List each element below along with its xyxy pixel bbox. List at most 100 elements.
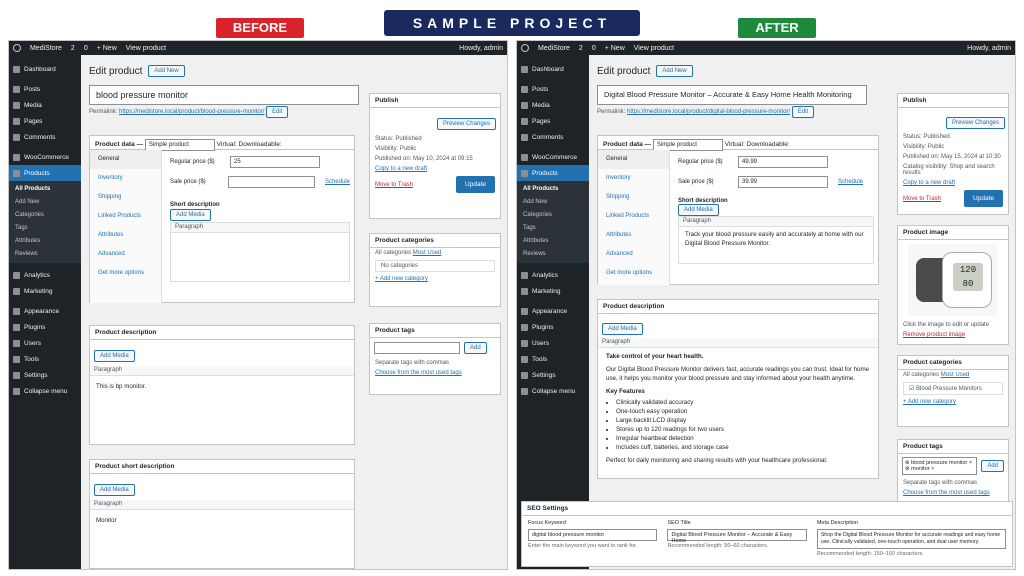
product-title-input[interactable]: Digital Blood Pressure Monitor – Accurat… [597,85,867,105]
menu-dashboard[interactable]: Dashboard [517,61,589,77]
tab-linked-products[interactable]: Linked Products [90,207,161,226]
most-used-tags-link[interactable]: Choose from the most used tags [375,370,462,376]
menu-marketing[interactable]: Marketing [9,283,81,299]
update-button[interactable]: Update [964,190,1003,207]
most-used-tags-link[interactable]: Choose from the most used tags [903,490,990,496]
add-new-button[interactable]: Add New [148,65,185,77]
tab-get-more-options[interactable]: Get more options [598,264,669,283]
remove-image-link[interactable]: Remove product image [903,332,965,338]
description-editor[interactable]: Take control of your heart health. Our D… [598,348,878,469]
short-description-editor[interactable]: Monitor [90,510,354,531]
comments-count[interactable]: 0 [84,45,88,52]
menu-plugins[interactable]: Plugins [9,319,81,335]
add-new-button[interactable]: Add New [656,65,693,77]
submenu-reviews[interactable]: Reviews [517,248,589,261]
menu-marketing[interactable]: Marketing [517,283,589,299]
tab-linked-products[interactable]: Linked Products [598,207,669,226]
menu-products[interactable]: Products [517,165,589,181]
schedule-link[interactable]: Schedule [838,179,863,185]
menu-media[interactable]: Media [517,97,589,113]
site-name[interactable]: MediStore [538,45,570,52]
tab-general[interactable]: General [90,150,161,169]
sale-price-input[interactable]: 39.99 [738,176,828,188]
submenu-categories[interactable]: Categories [517,209,589,222]
tab-most-used[interactable]: Most Used [413,250,442,256]
focus-keyword-input[interactable]: digital blood pressure monitor [528,529,658,541]
comments-count[interactable]: 0 [592,45,596,52]
menu-tools[interactable]: Tools [9,351,81,367]
regular-price-input[interactable]: 25 [230,156,320,168]
schedule-link[interactable]: Schedule [325,179,350,185]
tab-inventory[interactable]: Inventory [90,169,161,188]
submenu-attributes[interactable]: Attributes [9,235,81,248]
tab-attributes[interactable]: Attributes [598,226,669,245]
menu-media[interactable]: Media [9,97,81,113]
short-description-editor[interactable]: Paragraph Track your blood pressure easil… [678,216,874,264]
permalink-edit-button[interactable]: Edit [266,106,289,118]
tab-general[interactable]: General [598,150,669,169]
update-button[interactable]: Update [456,176,495,193]
seo-title-input[interactable]: Digital Blood Pressure Monitor – Accurat… [667,529,807,544]
tab-advanced[interactable]: Advanced [598,245,669,264]
add-category-link[interactable]: + Add new category [375,276,428,282]
preview-changes-button[interactable]: Preview Changes [436,118,496,130]
menu-settings[interactable]: Settings [517,367,589,383]
menu-analytics[interactable]: Analytics [517,267,589,283]
submenu-tags[interactable]: Tags [9,222,81,235]
wordpress-icon[interactable] [521,44,529,52]
menu-settings[interactable]: Settings [9,367,81,383]
menu-users[interactable]: Users [517,335,589,351]
product-image[interactable]: 120 80 [908,244,998,316]
menu-pages[interactable]: Pages [9,113,81,129]
add-media-button[interactable]: Add Media [678,204,719,216]
preview-changes-button[interactable]: Preview Changes [945,117,1005,129]
wordpress-icon[interactable] [13,44,21,52]
tab-all-categories[interactable]: All categories [375,250,411,256]
menu-woocommerce[interactable]: WooCommerce [517,149,589,165]
tag-chip[interactable]: ⊗ monitor × [905,466,974,472]
short-description-editor[interactable]: Paragraph [170,222,350,282]
menu-posts[interactable]: Posts [9,81,81,97]
tab-attributes[interactable]: Attributes [90,226,161,245]
collapse-menu[interactable]: Collapse menu [9,383,81,399]
copy-draft-link[interactable]: Copy to a new draft [375,166,427,172]
sale-price-input[interactable] [228,176,315,188]
tab-shipping[interactable]: Shipping [598,188,669,207]
menu-posts[interactable]: Posts [517,81,589,97]
tab-inventory[interactable]: Inventory [598,169,669,188]
menu-plugins[interactable]: Plugins [517,319,589,335]
view-product-link[interactable]: View product [634,45,674,52]
howdy-user[interactable]: Howdy, admin [967,45,1011,52]
copy-draft-link[interactable]: Copy to a new draft [903,180,955,186]
updates-count[interactable]: 2 [579,45,583,52]
submenu-add-new[interactable]: Add New [517,196,589,209]
product-title-input[interactable]: blood pressure monitor [89,85,359,105]
permalink-edit-button[interactable]: Edit [791,106,815,118]
menu-appearance[interactable]: Appearance [9,303,81,319]
menu-products[interactable]: Products [9,165,81,181]
menu-analytics[interactable]: Analytics [9,267,81,283]
submenu-reviews[interactable]: Reviews [9,248,81,261]
new-menu[interactable]: + New [97,45,117,52]
submenu-add-new[interactable]: Add New [9,196,81,209]
tab-all-categories[interactable]: All categories [903,372,939,378]
trash-link[interactable]: Move to Trash [375,182,413,188]
add-media-button[interactable]: Add Media [602,323,643,335]
add-media-button[interactable]: Add Media [170,209,211,221]
meta-description-input[interactable]: Shop the Digital Blood Pressure Monitor … [816,529,1006,549]
add-media-button[interactable]: Add Media [94,350,135,362]
tab-get-more-options[interactable]: Get more options [90,264,161,283]
tab-most-used[interactable]: Most Used [941,372,970,378]
menu-pages[interactable]: Pages [517,113,589,129]
regular-price-input[interactable]: 49.99 [738,156,828,168]
menu-comments[interactable]: Comments [517,129,589,145]
menu-appearance[interactable]: Appearance [517,303,589,319]
site-name[interactable]: MediStore [30,45,62,52]
howdy-user[interactable]: Howdy, admin [459,45,503,52]
tab-shipping[interactable]: Shipping [90,188,161,207]
menu-woocommerce[interactable]: WooCommerce [9,149,81,165]
add-tag-button[interactable]: Add [981,460,1004,472]
menu-dashboard[interactable]: Dashboard [9,61,81,77]
menu-tools[interactable]: Tools [517,351,589,367]
category-checkbox[interactable]: ☑ Blood Pressure Monitors [903,382,1003,395]
